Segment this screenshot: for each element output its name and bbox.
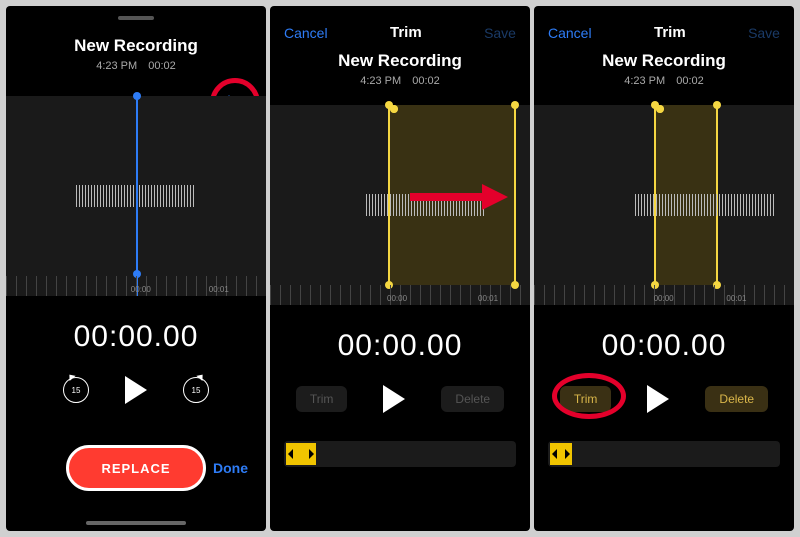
skip-forward-15-button[interactable]: 15 [183,377,209,403]
ruler-tick-0: 00:00 [654,294,674,303]
recording-duration: 00:02 [148,60,176,72]
nav-title: Trim [390,24,422,41]
recording-title: New Recording [270,51,530,71]
recording-title: New Recording [6,36,266,56]
elapsed-timer: 00:00.00 [270,329,530,363]
home-indicator[interactable] [86,521,186,525]
delete-button[interactable]: Delete [441,386,504,412]
playback-controls: 15 15 [6,370,266,410]
trim-button[interactable]: Trim [296,386,348,412]
recording-subtitle: 4:23 PM 00:02 [534,75,794,87]
skip-fwd-label: 15 [192,386,201,395]
save-button[interactable]: Save [484,25,516,41]
done-button[interactable]: Done [213,460,248,476]
recording-time: 4:23 PM [360,75,401,87]
recording-subtitle: 4:23 PM 00:02 [270,75,530,87]
nav-bar: Cancel Trim Save [534,6,794,41]
trim-controls: Trim Delete [270,379,530,419]
recording-title: New Recording [534,51,794,71]
playhead[interactable] [136,96,138,296]
elapsed-timer: 00:00.00 [534,329,794,363]
waveform-area[interactable]: 00:00 00:01 [6,96,266,296]
play-button[interactable] [383,385,405,413]
play-button[interactable] [125,376,147,404]
nav-bar: Cancel Trim Save [270,6,530,41]
replace-label: REPLACE [101,461,170,476]
screenshot-panel-3: Cancel Trim Save New Recording 4:23 PM 0… [534,6,794,531]
recording-header: New Recording 4:23 PM 00:02 [270,51,530,87]
waveform [635,194,775,216]
screenshot-panel-2: Cancel Trim Save New Recording 4:23 PM 0… [270,6,530,531]
play-button[interactable] [647,385,669,413]
cancel-button[interactable]: Cancel [284,25,328,41]
ruler-tick-1: 00:01 [209,285,229,294]
delete-button[interactable]: Delete [705,386,768,412]
ruler-tick-1: 00:01 [726,294,746,303]
waveform-area[interactable]: 00:00 00:01 [534,105,794,305]
time-ruler: 00:00 00:01 [270,285,530,305]
cancel-button[interactable]: Cancel [548,25,592,41]
bottom-bar: REPLACE Done [6,440,266,496]
ruler-tick-1: 00:01 [478,294,498,303]
speaker-notch [118,16,154,20]
scrubber-selection[interactable] [286,443,316,465]
ruler-tick-0: 00:00 [387,294,407,303]
scrubber-track[interactable] [548,441,780,467]
screenshot-panel-1: New Recording 4:23 PM 00:02 00:00 00:01 … [6,6,266,531]
recording-time: 4:23 PM [96,60,137,72]
recording-header: New Recording 4:23 PM 00:02 [534,51,794,87]
waveform-area[interactable]: 00:00 00:01 [270,105,530,305]
recording-duration: 00:02 [676,75,704,87]
time-ruler: 00:00 00:01 [6,276,266,296]
waveform [366,194,486,216]
nav-title: Trim [654,24,686,41]
save-button[interactable]: Save [748,25,780,41]
time-ruler: 00:00 00:01 [534,285,794,305]
replace-button[interactable]: REPLACE [66,445,206,491]
trim-controls: Trim Delete [534,379,794,419]
elapsed-timer: 00:00.00 [6,320,266,354]
recording-time: 4:23 PM [624,75,665,87]
trim-button[interactable]: Trim [560,386,612,412]
ruler-tick-0: 00:00 [131,285,151,294]
scrubber-track[interactable] [284,441,516,467]
skip-back-15-button[interactable]: 15 [63,377,89,403]
scrubber-selection[interactable] [550,443,572,465]
recording-duration: 00:02 [412,75,440,87]
skip-back-label: 15 [72,386,81,395]
recording-subtitle: 4:23 PM 00:02 [6,60,266,72]
